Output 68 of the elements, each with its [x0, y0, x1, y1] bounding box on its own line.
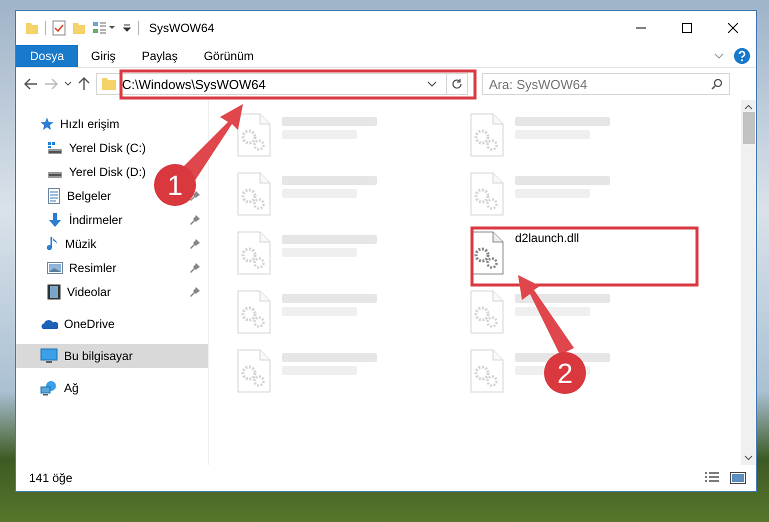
- monitor-icon: [40, 348, 58, 364]
- nav-item[interactable]: İndirmeler: [69, 213, 122, 227]
- scrollbar[interactable]: [741, 100, 756, 465]
- nav-item[interactable]: Yerel Disk (D:): [69, 165, 146, 179]
- drive-icon: [47, 141, 63, 155]
- ribbon-tab[interactable]: Paylaş: [128, 45, 191, 67]
- scroll-thumb[interactable]: [742, 112, 754, 144]
- pin-icon[interactable]: [190, 215, 200, 225]
- item-count: 141 öğe: [29, 471, 72, 485]
- step-number-badge: 1: [154, 164, 196, 206]
- down-arrow-icon: [47, 212, 63, 228]
- pin-icon[interactable]: [190, 287, 200, 297]
- document-icon: [47, 188, 61, 204]
- folder-icon: [101, 77, 117, 91]
- gear-file-icon: [236, 172, 272, 216]
- music-note-icon: [47, 236, 59, 252]
- up-arrow-icon[interactable]: [78, 77, 90, 91]
- nav-item[interactable]: Bu bilgisayar: [64, 349, 133, 363]
- pin-icon[interactable]: [190, 239, 200, 249]
- file-name[interactable]: d2launch.dll: [515, 231, 580, 245]
- gear-file-icon: [469, 349, 505, 393]
- properties-icon[interactable]: [52, 20, 66, 36]
- details-view-icon[interactable]: [704, 472, 720, 484]
- step-number-badge: 2: [544, 352, 586, 394]
- picture-icon: [47, 261, 63, 275]
- nav-item[interactable]: Müzik: [65, 237, 96, 251]
- film-icon: [47, 284, 61, 300]
- cloud-icon: [40, 318, 58, 330]
- scroll-up-icon[interactable]: [744, 104, 753, 110]
- pin-icon[interactable]: [190, 263, 200, 273]
- nav-item[interactable]: Belgeler: [67, 189, 112, 203]
- gear-file-icon: [236, 349, 272, 393]
- maximize-icon: [682, 23, 692, 33]
- gear-file-icon: [236, 113, 272, 157]
- search-field[interactable]: Ara: SysWOW64: [482, 73, 730, 95]
- ribbon-tab[interactable]: Dosya: [16, 45, 78, 67]
- window-title: SysWOW64: [149, 21, 214, 35]
- back-arrow-icon[interactable]: [24, 78, 38, 90]
- drive-icon: [47, 172, 63, 178]
- gear-file-icon: [236, 290, 272, 334]
- scroll-down-icon[interactable]: [744, 455, 753, 461]
- dropdown-icon[interactable]: [122, 23, 132, 33]
- nav-item[interactable]: Ağ: [64, 381, 79, 395]
- ribbon-tab[interactable]: Görünüm: [190, 45, 267, 67]
- expand-ribbon-icon[interactable]: [714, 53, 724, 59]
- gear-file-icon: [469, 113, 505, 157]
- view-list-icon[interactable]: [92, 21, 116, 35]
- caret-icon[interactable]: [427, 81, 437, 87]
- nav-item[interactable]: Videolar: [67, 285, 111, 299]
- gear-file-icon: [469, 290, 505, 334]
- star-icon: [40, 117, 54, 131]
- refresh-icon: [451, 78, 463, 90]
- pin-icon[interactable]: [190, 191, 200, 201]
- address-bar[interactable]: C:\Windows\SysWOW64: [96, 73, 447, 95]
- large-icons-view-icon[interactable]: [730, 472, 746, 484]
- help-icon[interactable]: [734, 48, 750, 64]
- nav-item[interactable]: Resimler: [69, 261, 116, 275]
- ribbon-tab[interactable]: Giriş: [78, 45, 129, 67]
- close-icon: [728, 23, 738, 33]
- gear-file-icon: [236, 231, 272, 275]
- nav-item[interactable]: OneDrive: [64, 317, 115, 331]
- network-icon: [40, 380, 58, 396]
- nav-item[interactable]: Yerel Disk (C:): [69, 141, 146, 155]
- nav-item[interactable]: Hızlı erişim: [60, 117, 120, 131]
- gear-file-icon: [469, 172, 505, 216]
- search-icon: [711, 78, 723, 90]
- recent-caret-icon[interactable]: [64, 81, 72, 87]
- refresh-button[interactable]: [446, 73, 468, 95]
